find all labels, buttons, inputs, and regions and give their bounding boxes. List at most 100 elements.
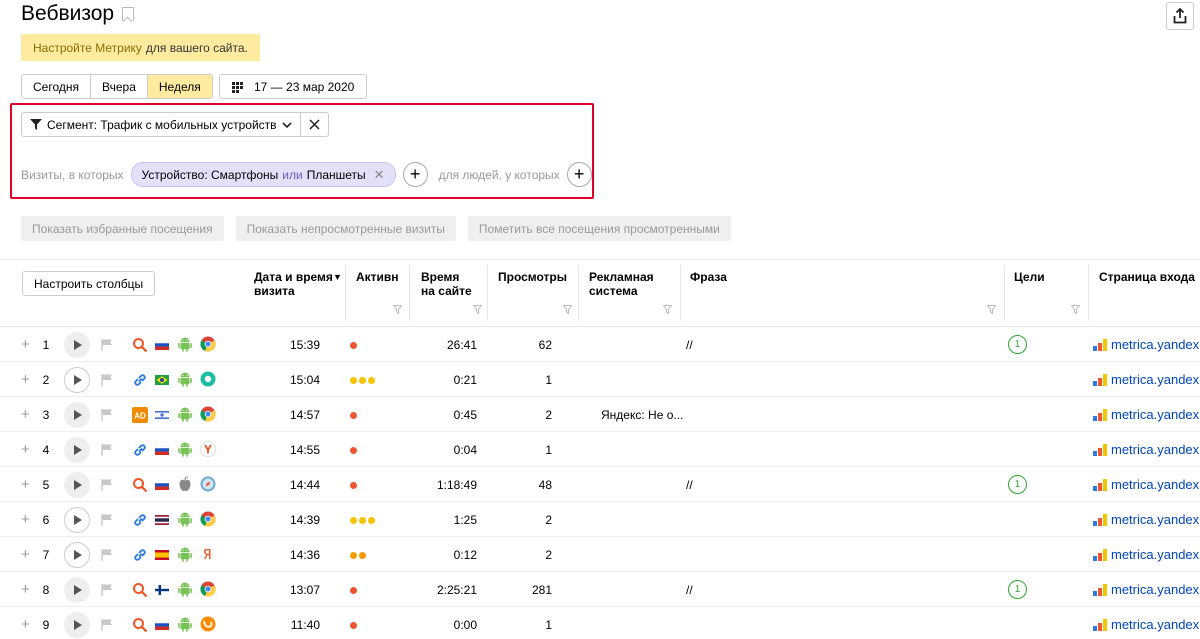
table-row[interactable]: + 5 14:44 1:18:49 48 // 1 metrica.yandex… [0, 467, 1200, 502]
play-recording-button[interactable] [64, 402, 90, 428]
header-ad-system[interactable]: Рекламная система [589, 270, 669, 298]
expand-row-icon[interactable]: + [21, 581, 30, 598]
mark-all-viewed-button[interactable]: Пометить все посещения просмотренными [467, 216, 731, 241]
header-goals[interactable]: Цели [1014, 270, 1045, 284]
share-button[interactable] [1166, 2, 1194, 30]
entry-page-link[interactable]: metrica.yandex.c [1093, 582, 1200, 597]
entry-page-link[interactable]: metrica.yandex.c [1093, 617, 1200, 632]
segment-dropdown[interactable]: Сегмент: Трафик с мобильных устройств [22, 113, 301, 136]
period-week-button[interactable]: Неделя [147, 75, 212, 98]
country-flag-icon [154, 409, 170, 421]
entry-page-url: metrica.yandex.c [1111, 547, 1200, 562]
visit-duration: 26:41 [446, 338, 477, 352]
chip-or: или [282, 167, 303, 182]
expand-row-icon[interactable]: + [21, 371, 30, 388]
entry-page-url: metrica.yandex.c [1111, 617, 1200, 632]
flag-mark-icon[interactable] [100, 338, 114, 355]
bookmark-icon[interactable] [122, 7, 135, 21]
filter-icon[interactable] [393, 305, 402, 314]
play-recording-button[interactable] [64, 612, 90, 638]
flag-mark-icon[interactable] [100, 548, 114, 565]
row-number: 4 [42, 443, 50, 457]
sort-down-icon[interactable]: ▼ [333, 270, 342, 284]
period-yesterday-button[interactable]: Вчера [91, 75, 148, 98]
header-entry-page[interactable]: Страница входа [1099, 270, 1195, 284]
flag-mark-icon[interactable] [100, 443, 114, 460]
flag-mark-icon[interactable] [100, 618, 114, 635]
filter-icon[interactable] [1071, 305, 1080, 314]
add-people-condition-button[interactable]: + [566, 162, 592, 187]
entry-page-link[interactable]: metrica.yandex.c [1093, 547, 1200, 562]
activity-indicator [350, 478, 357, 489]
chip-remove-icon[interactable]: ✕ [374, 167, 385, 183]
expand-row-icon[interactable]: + [21, 511, 30, 528]
goals-badge[interactable]: 1 [1008, 475, 1027, 494]
table-row[interactable]: + 7 14:36 0:12 2 metrica.yandex.c [0, 537, 1200, 572]
flag-mark-icon[interactable] [100, 408, 114, 425]
entry-page-link[interactable]: metrica.yandex.c [1093, 337, 1200, 352]
entry-page-link[interactable]: metrica.yandex.c [1093, 407, 1200, 422]
period-today-button[interactable]: Сегодня [22, 75, 91, 98]
entry-page-link[interactable]: metrica.yandex.c [1093, 477, 1200, 492]
entry-page-link[interactable]: metrica.yandex.c [1093, 372, 1200, 387]
expand-row-icon[interactable]: + [21, 476, 30, 493]
page-views: 62 [538, 338, 552, 352]
header-views[interactable]: Просмотры [498, 270, 567, 284]
filter-icon[interactable] [473, 305, 482, 314]
expand-row-icon[interactable]: + [21, 406, 30, 423]
flag-mark-icon[interactable] [100, 583, 114, 600]
filter-icon[interactable] [663, 305, 672, 314]
expand-row-icon[interactable]: + [21, 336, 30, 353]
table-row[interactable]: + 4 14:55 0:04 1 metrica.yandex.c [0, 432, 1200, 467]
table-row[interactable]: + 3 AD 14:57 0:45 2 Яндекс: Не о... metr… [0, 397, 1200, 432]
activity-indicator [350, 408, 357, 419]
expand-row-icon[interactable]: + [21, 546, 30, 563]
setup-metrica-link[interactable]: Настройте Метрику [33, 41, 142, 55]
header-duration[interactable]: Время на сайте [421, 270, 476, 298]
activity-dot [350, 587, 357, 594]
header-datetime-label: Дата и время визита [254, 270, 333, 298]
activity-indicator [350, 373, 375, 384]
table-row[interactable]: + 6 14:39 1:25 2 metrica.yandex.c [0, 502, 1200, 537]
flag-mark-icon[interactable] [100, 373, 114, 390]
table-row[interactable]: + 2 15:04 0:21 1 metrica.yandex.c [0, 362, 1200, 397]
entry-page-link[interactable]: metrica.yandex.c [1093, 442, 1200, 457]
activity-indicator [350, 583, 357, 594]
play-recording-button[interactable] [64, 542, 90, 568]
activity-dot [350, 342, 357, 349]
header-activity[interactable]: Активн [356, 270, 399, 284]
play-recording-button[interactable] [64, 507, 90, 533]
flag-mark-icon[interactable] [100, 513, 114, 530]
segment-clear-button[interactable] [301, 113, 328, 136]
expand-row-icon[interactable]: + [21, 441, 30, 458]
column-divider [1004, 265, 1005, 321]
table-row[interactable]: + 8 13:07 2:25:21 281 // 1 metrica.yande… [0, 572, 1200, 607]
period-selector: Сегодня Вчера Неделя [21, 74, 213, 99]
play-recording-button[interactable] [64, 577, 90, 603]
filter-icon[interactable] [563, 305, 572, 314]
play-recording-button[interactable] [64, 472, 90, 498]
play-recording-button[interactable] [64, 367, 90, 393]
show-favorites-button[interactable]: Показать избранные посещения [21, 216, 224, 241]
visit-duration: 1:18:49 [436, 478, 477, 492]
expand-row-icon[interactable]: + [21, 616, 30, 633]
flag-mark-icon[interactable] [100, 478, 114, 495]
filter-icon[interactable] [987, 305, 996, 314]
entry-page-link[interactable]: metrica.yandex.c [1093, 512, 1200, 527]
header-datetime[interactable]: Дата и время визита ▼ [254, 270, 349, 298]
show-unviewed-button[interactable]: Показать непросмотренные визиты [235, 216, 456, 241]
play-recording-button[interactable] [64, 332, 90, 358]
table-row[interactable]: + 9 11:40 0:00 1 metrica.yandex.c [0, 607, 1200, 639]
play-recording-button[interactable] [64, 437, 90, 463]
device-condition-chip[interactable]: Устройство: Смартфоны или Планшеты ✕ [130, 162, 396, 187]
header-phrase[interactable]: Фраза [690, 270, 727, 284]
date-range-button[interactable]: 17 — 23 мар 2020 [219, 74, 368, 99]
add-visit-condition-button[interactable]: + [402, 162, 428, 187]
table-row[interactable]: + 1 15:39 26:41 62 // 1 metrica.yandex.c [0, 327, 1200, 362]
goals-badge[interactable]: 1 [1008, 335, 1027, 354]
search-source-icon [132, 337, 148, 353]
metrica-icon [1093, 478, 1107, 491]
goals-badge[interactable]: 1 [1008, 580, 1027, 599]
page-views: 2 [545, 548, 552, 562]
configure-columns-button[interactable]: Настроить столбцы [22, 271, 156, 296]
